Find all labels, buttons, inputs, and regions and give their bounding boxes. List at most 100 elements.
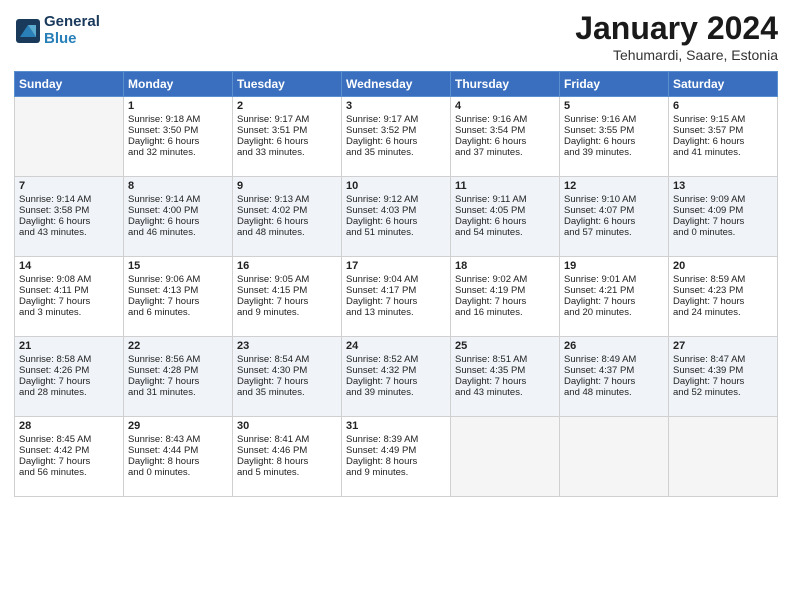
daylight-text: Daylight: 7 hours [19, 376, 119, 387]
daylight-text: Daylight: 7 hours [19, 456, 119, 467]
sunset-text: Sunset: 4:11 PM [19, 285, 119, 296]
day-number: 12 [564, 180, 664, 192]
sunrise-text: Sunrise: 9:08 AM [19, 274, 119, 285]
logo: General Blue [14, 14, 100, 47]
calendar-week-row: 28Sunrise: 8:45 AMSunset: 4:42 PMDayligh… [15, 417, 778, 497]
calendar-cell: 2Sunrise: 9:17 AMSunset: 3:51 PMDaylight… [233, 97, 342, 177]
calendar-cell: 15Sunrise: 9:06 AMSunset: 4:13 PMDayligh… [124, 257, 233, 337]
day-number: 13 [673, 180, 773, 192]
daylight-minutes: and 37 minutes. [455, 147, 555, 158]
sunrise-text: Sunrise: 8:56 AM [128, 354, 228, 365]
sunset-text: Sunset: 4:30 PM [237, 365, 337, 376]
calendar-cell [451, 417, 560, 497]
day-number: 5 [564, 100, 664, 112]
day-number: 21 [19, 340, 119, 352]
daylight-minutes: and 39 minutes. [564, 147, 664, 158]
daylight-text: Daylight: 6 hours [564, 136, 664, 147]
sunrise-text: Sunrise: 8:59 AM [673, 274, 773, 285]
sunrise-text: Sunrise: 9:14 AM [128, 194, 228, 205]
calendar-week-row: 1Sunrise: 9:18 AMSunset: 3:50 PMDaylight… [15, 97, 778, 177]
calendar-cell: 8Sunrise: 9:14 AMSunset: 4:00 PMDaylight… [124, 177, 233, 257]
sunrise-text: Sunrise: 9:15 AM [673, 114, 773, 125]
day-number: 27 [673, 340, 773, 352]
sunrise-text: Sunrise: 9:17 AM [346, 114, 446, 125]
calendar-cell: 30Sunrise: 8:41 AMSunset: 4:46 PMDayligh… [233, 417, 342, 497]
sunrise-text: Sunrise: 9:13 AM [237, 194, 337, 205]
day-number: 6 [673, 100, 773, 112]
sunrise-text: Sunrise: 8:52 AM [346, 354, 446, 365]
daylight-minutes: and 52 minutes. [673, 387, 773, 398]
day-number: 24 [346, 340, 446, 352]
day-number: 14 [19, 260, 119, 272]
day-number: 19 [564, 260, 664, 272]
header-row: SundayMondayTuesdayWednesdayThursdayFrid… [15, 72, 778, 97]
sunset-text: Sunset: 3:51 PM [237, 125, 337, 136]
daylight-minutes: and 0 minutes. [673, 227, 773, 238]
calendar-week-row: 7Sunrise: 9:14 AMSunset: 3:58 PMDaylight… [15, 177, 778, 257]
sunset-text: Sunset: 4:42 PM [19, 445, 119, 456]
daylight-text: Daylight: 7 hours [346, 376, 446, 387]
calendar-cell: 11Sunrise: 9:11 AMSunset: 4:05 PMDayligh… [451, 177, 560, 257]
sunset-text: Sunset: 4:19 PM [455, 285, 555, 296]
calendar-cell: 6 Sunrise: 9:15 AMSunset: 3:57 PMDaylight… [669, 97, 778, 177]
sunrise-text: Sunrise: 8:49 AM [564, 354, 664, 365]
sunset-text: Sunset: 4:46 PM [237, 445, 337, 456]
daylight-minutes: and 57 minutes. [564, 227, 664, 238]
daylight-text: Daylight: 6 hours [346, 216, 446, 227]
daylight-text: Daylight: 8 hours [346, 456, 446, 467]
daylight-minutes: and 35 minutes. [237, 387, 337, 398]
sunset-text: Sunset: 4:49 PM [346, 445, 446, 456]
day-number: 17 [346, 260, 446, 272]
calendar-cell: 14Sunrise: 9:08 AMSunset: 4:11 PMDayligh… [15, 257, 124, 337]
daylight-text: Daylight: 6 hours [346, 136, 446, 147]
calendar-cell: 24Sunrise: 8:52 AMSunset: 4:32 PMDayligh… [342, 337, 451, 417]
header-tuesday: Tuesday [233, 72, 342, 97]
calendar-cell: 28Sunrise: 8:45 AMSunset: 4:42 PMDayligh… [15, 417, 124, 497]
daylight-text: Daylight: 6 hours [673, 136, 773, 147]
logo-text: General Blue [44, 14, 100, 47]
day-number: 10 [346, 180, 446, 192]
daylight-text: Daylight: 7 hours [128, 376, 228, 387]
day-number: 29 [128, 420, 228, 432]
sunset-text: Sunset: 4:39 PM [673, 365, 773, 376]
calendar-cell: 1Sunrise: 9:18 AMSunset: 3:50 PMDaylight… [124, 97, 233, 177]
daylight-minutes: and 54 minutes. [455, 227, 555, 238]
day-number: 4 [455, 100, 555, 112]
sunset-text: Sunset: 4:28 PM [128, 365, 228, 376]
sunset-text: Sunset: 4:03 PM [346, 205, 446, 216]
daylight-minutes: and 9 minutes. [346, 467, 446, 478]
sunset-text: Sunset: 3:52 PM [346, 125, 446, 136]
calendar-week-row: 21Sunrise: 8:58 AMSunset: 4:26 PMDayligh… [15, 337, 778, 417]
day-number: 26 [564, 340, 664, 352]
sunset-text: Sunset: 4:07 PM [564, 205, 664, 216]
sunrise-text: Sunrise: 8:51 AM [455, 354, 555, 365]
sunset-text: Sunset: 3:57 PM [673, 125, 773, 136]
calendar-cell: 27Sunrise: 8:47 AMSunset: 4:39 PMDayligh… [669, 337, 778, 417]
daylight-minutes: and 20 minutes. [564, 307, 664, 318]
daylight-minutes: and 28 minutes. [19, 387, 119, 398]
calendar-cell: 22Sunrise: 8:56 AMSunset: 4:28 PMDayligh… [124, 337, 233, 417]
calendar-cell: 4Sunrise: 9:16 AMSunset: 3:54 PMDaylight… [451, 97, 560, 177]
daylight-minutes: and 16 minutes. [455, 307, 555, 318]
daylight-text: Daylight: 7 hours [455, 296, 555, 307]
sunset-text: Sunset: 4:00 PM [128, 205, 228, 216]
day-number: 23 [237, 340, 337, 352]
sunrise-text: Sunrise: 9:10 AM [564, 194, 664, 205]
calendar-table: SundayMondayTuesdayWednesdayThursdayFrid… [14, 71, 778, 497]
daylight-text: Daylight: 6 hours [564, 216, 664, 227]
daylight-text: Daylight: 6 hours [237, 216, 337, 227]
sunrise-text: Sunrise: 8:41 AM [237, 434, 337, 445]
daylight-minutes: and 32 minutes. [128, 147, 228, 158]
daylight-minutes: and 24 minutes. [673, 307, 773, 318]
calendar-cell: 16Sunrise: 9:05 AMSunset: 4:15 PMDayligh… [233, 257, 342, 337]
day-number: 1 [128, 100, 228, 112]
day-number: 7 [19, 180, 119, 192]
header-thursday: Thursday [451, 72, 560, 97]
calendar-cell [669, 417, 778, 497]
logo-line2: Blue [44, 31, 100, 48]
daylight-minutes: and 46 minutes. [128, 227, 228, 238]
sunrise-text: Sunrise: 9:02 AM [455, 274, 555, 285]
header-monday: Monday [124, 72, 233, 97]
daylight-minutes: and 41 minutes. [673, 147, 773, 158]
sunset-text: Sunset: 4:26 PM [19, 365, 119, 376]
